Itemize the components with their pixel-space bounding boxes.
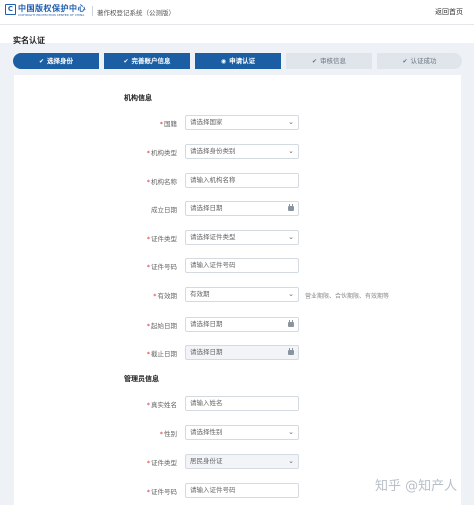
field-label-org-type: *机构类型 [146, 149, 177, 157]
chevron-down-icon: ⌄ [288, 428, 294, 436]
step-review: ✔ 审核信息 [286, 53, 372, 69]
step-label: 选择身份 [47, 57, 74, 65]
page-header [0, 25, 474, 43]
step-label: 完善账户信息 [131, 57, 171, 65]
field-label-end-date: *截止日期 [146, 350, 177, 358]
watermark: 知乎 @知产人 [375, 479, 458, 494]
check-circle-icon: ✔ [402, 58, 408, 65]
calendar-icon [288, 348, 294, 355]
step-select-identity: ✔ 选择身份 [13, 53, 99, 69]
field-label-founded-date: 成立日期 [151, 206, 177, 214]
step-complete-account: ✔ 完善账户信息 [104, 53, 190, 69]
cert-type-select[interactable]: 请选择证件类型 ⌄ [185, 230, 299, 245]
field-label-admin-cert-number: *证件号码 [146, 488, 177, 496]
org-type-select[interactable]: 请选择身份类别 ⌄ [185, 144, 299, 159]
check-circle-icon: ✔ [38, 58, 45, 65]
admin-section-title: 管理员信息 [124, 375, 159, 383]
field-label-org-name: *机构名称 [146, 178, 177, 186]
field-label-real-name: *真实姓名 [146, 401, 177, 409]
org-name-input[interactable]: 请输入机构名称 [185, 173, 299, 188]
validity-select[interactable]: 有效期 ⌄ [185, 287, 299, 302]
logo-subtitle: COPYRIGHT PROTECTION CENTER OF CHINA [18, 13, 85, 17]
start-date-picker[interactable]: 请选择日期 [185, 317, 299, 332]
check-circle-icon: ✔ [123, 58, 129, 65]
field-label-gender: *性别 [159, 430, 177, 438]
step-label: 审核信息 [320, 57, 347, 65]
field-label-cert-type: *证件类型 [146, 235, 177, 243]
chevron-down-icon: ⌄ [288, 147, 294, 155]
field-label-nationality: *国籍 [159, 120, 177, 128]
chevron-down-icon: ⌄ [288, 457, 294, 465]
progress-steps: ✔ 选择身份 ✔ 完善账户信息 ◉ 申请认证 ✔ 审核信息 ✔ 认证成功 [13, 53, 462, 69]
chevron-down-icon: ⌄ [288, 233, 294, 241]
check-circle-icon: ✔ [311, 58, 318, 65]
top-bar: C 中国版权保护中心 COPYRIGHT PROTECTION CENTER O… [0, 0, 474, 25]
home-link[interactable]: 返回首页 [435, 7, 463, 17]
page-title: 实名认证 [13, 36, 45, 45]
end-date-picker[interactable]: 请选择日期 [185, 345, 299, 360]
nationality-select[interactable]: 请选择国家 ⌄ [185, 115, 299, 130]
gender-select[interactable]: 请选择性别 ⌄ [185, 425, 299, 440]
field-label-validity: *有效期 [153, 292, 177, 300]
step-success: ✔ 认证成功 [377, 53, 462, 69]
real-name-input[interactable]: 请输入姓名 [185, 396, 299, 411]
step-label: 申请认证 [229, 57, 256, 65]
system-title: 著作权登记系统（公测版） [97, 9, 175, 17]
logo-icon: C [5, 4, 16, 15]
admin-cert-number-input[interactable]: 请输入证件号码 [185, 483, 299, 498]
dot-circle-icon: ◉ [220, 58, 227, 65]
admin-cert-type-select[interactable]: 居民身份证 ⌄ [185, 454, 299, 469]
header-divider [92, 6, 93, 16]
field-label-admin-cert-type: *证件类型 [146, 459, 177, 467]
validity-hint: 营业期限、合伙期限、有效期等 [305, 293, 390, 300]
calendar-icon [288, 320, 294, 327]
calendar-icon [288, 204, 294, 211]
founded-date-picker[interactable]: 请选择日期 [185, 201, 299, 216]
chevron-down-icon: ⌄ [288, 118, 294, 126]
step-label: 认证成功 [410, 57, 437, 65]
cert-number-input[interactable]: 请输入证件号码 [185, 258, 299, 273]
org-section-title: 机构信息 [124, 94, 152, 102]
field-label-cert-number: *证件号码 [146, 263, 177, 271]
field-label-start-date: *起始日期 [146, 322, 177, 330]
step-apply-certification: ◉ 申请认证 [195, 53, 281, 69]
chevron-down-icon: ⌄ [288, 290, 294, 298]
